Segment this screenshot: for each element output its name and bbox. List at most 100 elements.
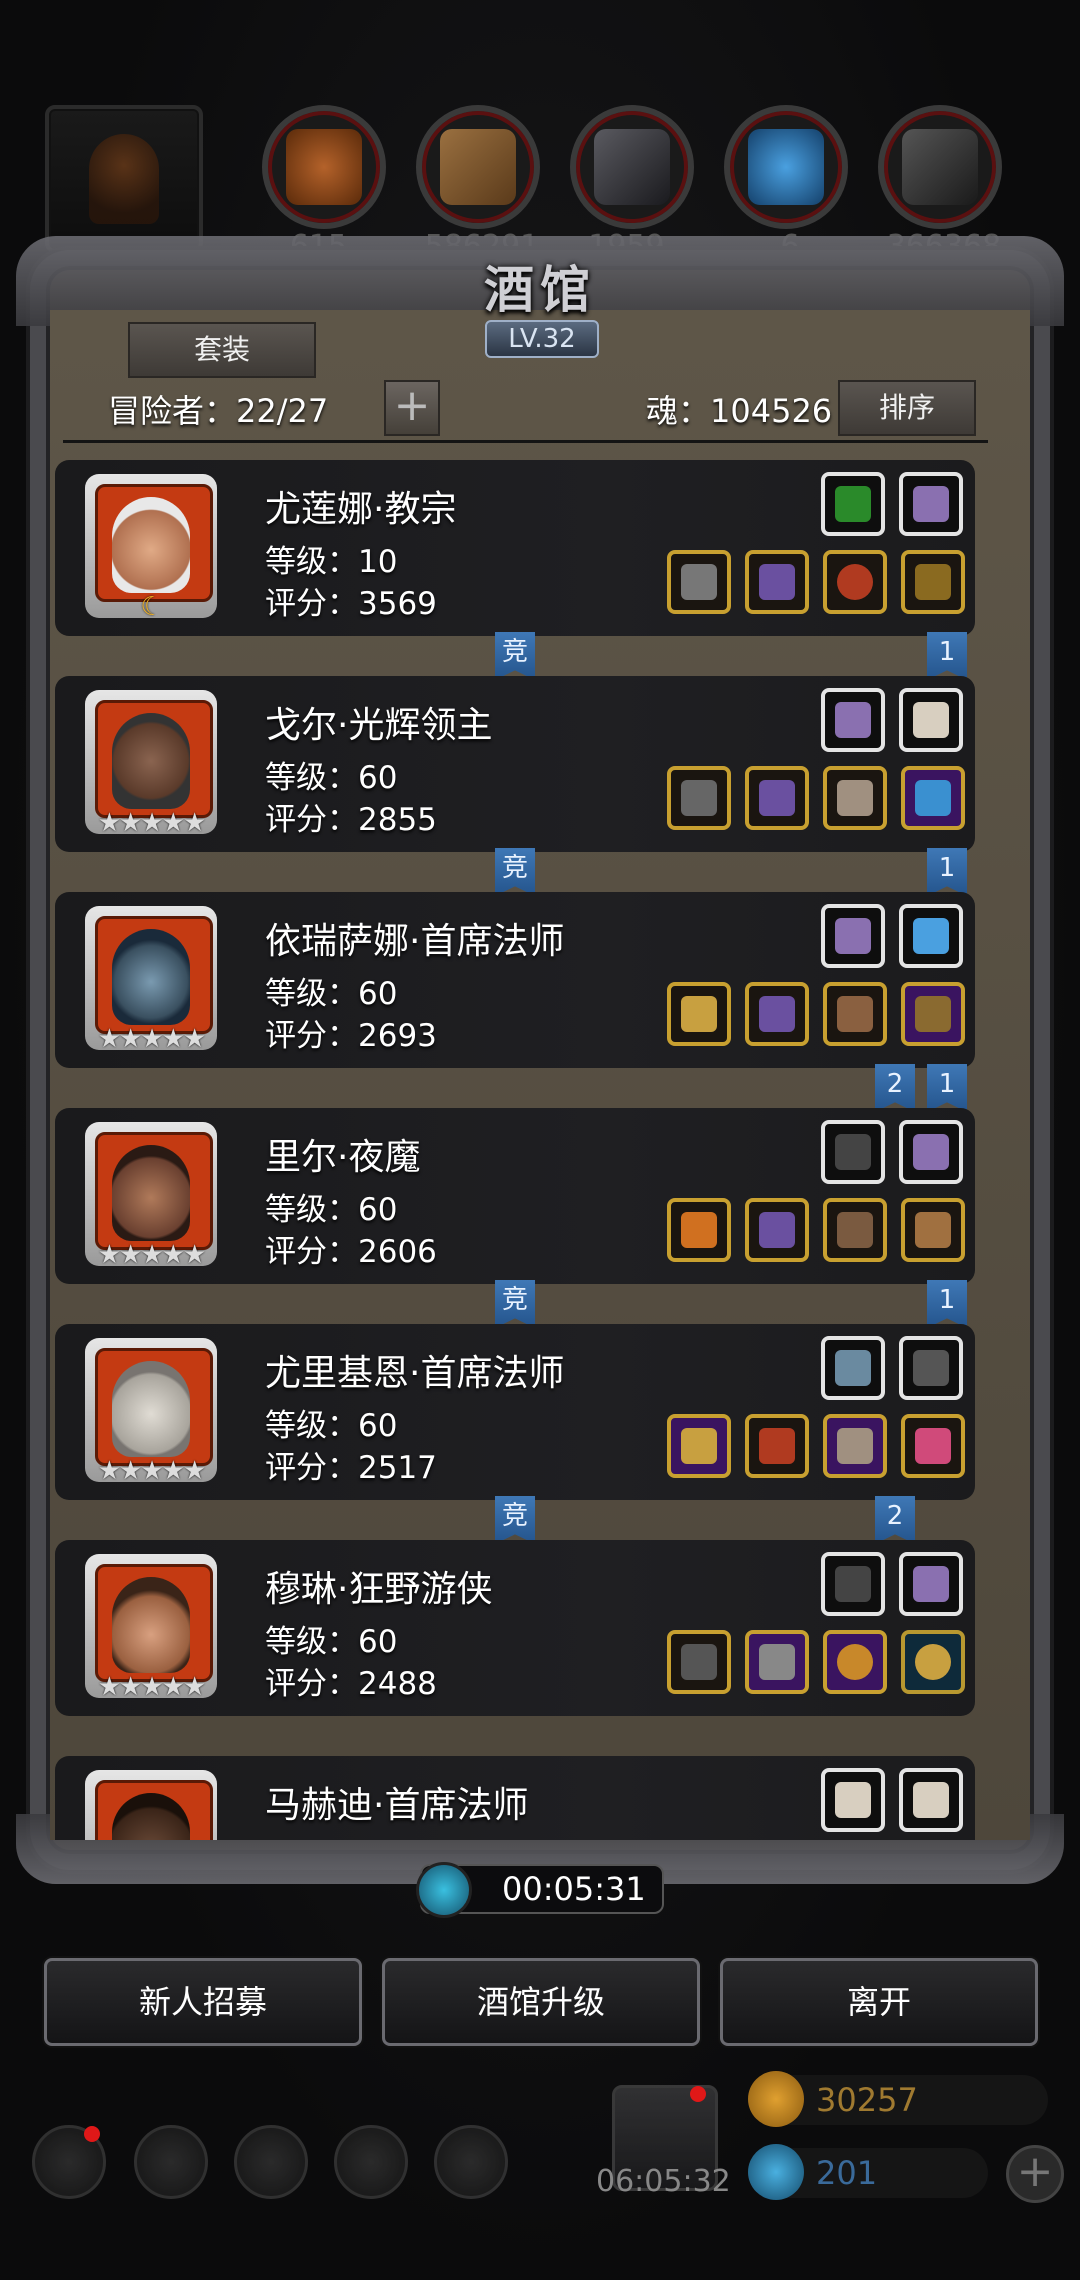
handshake-icon[interactable] xyxy=(434,2125,508,2199)
feather-icon[interactable] xyxy=(899,1336,963,1400)
hero-portrait[interactable]: ★★★★★ xyxy=(85,690,217,838)
hero-name: 依瑞萨娜·首席法师 xyxy=(265,921,565,962)
blue-crystal-icon[interactable] xyxy=(901,766,965,830)
gold-value: 30257 xyxy=(816,2081,918,2119)
chest-armor-icon[interactable] xyxy=(745,1630,809,1694)
recruit-button[interactable]: 新人招募 xyxy=(44,1958,362,2046)
resource-bar: 615.. 586291 1959.. ..6.. 366368 xyxy=(0,100,1080,264)
hero-face-icon xyxy=(112,713,190,809)
amulet-icon[interactable] xyxy=(901,1414,965,1478)
hero-name: 戈尔·光辉领主 xyxy=(265,705,493,746)
hammer-icon[interactable] xyxy=(667,550,731,614)
compete-tag: 竞 xyxy=(495,1496,535,1544)
count-tag: 1 xyxy=(927,1064,967,1112)
add-adventurer-button[interactable]: + xyxy=(384,380,440,436)
bracer-icon[interactable] xyxy=(823,982,887,1046)
leave-button[interactable]: 离开 xyxy=(720,1958,1038,2046)
gold-ring-icon[interactable] xyxy=(901,1630,965,1694)
compete-tag: 竞 xyxy=(495,1280,535,1328)
necklace-icon[interactable] xyxy=(901,550,965,614)
star-rating: ★★★★★ xyxy=(97,1456,207,1486)
notification-dot xyxy=(690,2086,706,2102)
green-rune-icon[interactable] xyxy=(821,472,885,536)
ring-icon[interactable] xyxy=(823,1630,887,1694)
hero-row[interactable]: ☾ 尤莲娜·教宗 等级：10 评分：3569 xyxy=(55,460,975,636)
soul-count: 魂：104526 xyxy=(646,392,833,430)
claw-icon[interactable] xyxy=(899,688,963,752)
staff-icon[interactable] xyxy=(667,982,731,1046)
upgrade-tavern-button[interactable]: 酒馆升级 xyxy=(382,1958,700,2046)
compete-tag: 竞 xyxy=(495,848,535,896)
crescent-emblem-icon: ☾ xyxy=(140,592,163,622)
armor-icon[interactable] xyxy=(745,982,809,1046)
tavern-level-badge: LV.32 xyxy=(485,320,599,358)
hero-portrait[interactable]: ☾ xyxy=(85,474,217,622)
star-rating: ★★★★★ xyxy=(97,808,207,838)
star-rating: ★★★★★ xyxy=(97,1672,207,1702)
gauntlet-icon[interactable] xyxy=(823,766,887,830)
hero-name: 马赫迪·首席法师 xyxy=(265,1785,529,1826)
hero-portrait[interactable]: ★★★★★ xyxy=(85,1122,217,1270)
hero-portrait[interactable] xyxy=(85,1770,217,1840)
staff-icon[interactable] xyxy=(667,1414,731,1478)
codex-icon[interactable] xyxy=(234,2125,308,2199)
planks-icon xyxy=(440,129,516,205)
sort-button[interactable]: 排序 xyxy=(838,380,976,436)
torch-icon[interactable] xyxy=(667,1198,731,1262)
hero-name: 穆琳·狂野游侠 xyxy=(265,1569,493,1610)
star-rating: ★★★★★ xyxy=(97,1240,207,1270)
hero-score: 评分：3569 xyxy=(265,586,437,622)
bracer-icon[interactable] xyxy=(823,1198,887,1262)
claw-icon[interactable] xyxy=(899,1768,963,1832)
glove-icon[interactable] xyxy=(821,1120,885,1184)
hero-row[interactable]: ★★★★★ 穆琳·狂野游侠 等级：60 评分：2488 xyxy=(55,1540,975,1716)
hero-row[interactable]: 马赫迪·首席法师 xyxy=(55,1756,975,1840)
helmet-icon[interactable] xyxy=(745,1414,809,1478)
armor-icon[interactable] xyxy=(745,550,809,614)
hero-level: 等级：60 xyxy=(265,760,398,796)
purple-gem-icon[interactable] xyxy=(899,1120,963,1184)
purple-gem-icon[interactable] xyxy=(899,472,963,536)
notification-dot xyxy=(84,2126,100,2142)
purple-gem-icon[interactable] xyxy=(821,904,885,968)
resource-crystal[interactable]: ..6.. xyxy=(724,105,848,264)
hero-row[interactable]: ★★★★★ 戈尔·光辉领主 等级：60 评分：2855 xyxy=(55,676,975,852)
hammer-icon[interactable] xyxy=(667,766,731,830)
resource-stone[interactable]: 1959.. xyxy=(570,105,694,264)
purple-gem-icon[interactable] xyxy=(821,688,885,752)
mail-icon[interactable] xyxy=(334,2125,408,2199)
hero-name: 里尔·夜魔 xyxy=(265,1137,421,1178)
plank-icon[interactable] xyxy=(901,1198,965,1262)
suit-button[interactable]: 套装 xyxy=(128,322,316,378)
purple-gem-icon[interactable] xyxy=(899,1552,963,1616)
resource-wood[interactable]: 615.. xyxy=(262,105,386,264)
hero-face-icon xyxy=(112,1793,190,1840)
timer-text: 00:05:31 xyxy=(502,1870,646,1908)
stone-bricks-icon xyxy=(594,129,670,205)
iron-ingot-icon xyxy=(902,129,978,205)
add-currency-button[interactable]: + xyxy=(1006,2145,1064,2203)
gauntlet-icon[interactable] xyxy=(823,1414,887,1478)
resource-iron[interactable]: 366368 xyxy=(878,105,1002,264)
sword-icon[interactable] xyxy=(667,1630,731,1694)
hero-list[interactable]: ☾ 尤莲娜·教宗 等级：10 评分：3569 竞 1 ★★★★★ 戈尔·光辉领主… xyxy=(55,460,1015,1840)
ring-icon[interactable] xyxy=(823,550,887,614)
resource-planks[interactable]: 586291 xyxy=(416,105,540,264)
hero-row[interactable]: ★★★★★ 依瑞萨娜·首席法师 等级：60 评分：2693 xyxy=(55,892,975,1068)
armor-icon[interactable] xyxy=(745,1198,809,1262)
achievement-icon[interactable] xyxy=(134,2125,208,2199)
necklace-icon[interactable] xyxy=(901,982,965,1046)
hero-portrait[interactable]: ★★★★★ xyxy=(85,906,217,1054)
hero-row[interactable]: ★★★★★ 里尔·夜魔 等级：60 评分：2606 xyxy=(55,1108,975,1284)
header-divider xyxy=(63,440,988,443)
hero-portrait[interactable]: ★★★★★ xyxy=(85,1338,217,1486)
hero-portrait[interactable]: ★★★★★ xyxy=(85,1554,217,1702)
claw-icon[interactable] xyxy=(821,1768,885,1832)
hero-avatar-slot[interactable] xyxy=(45,105,203,253)
hero-row[interactable]: ★★★★★ 尤里基恩·首席法师 等级：60 评分：2517 xyxy=(55,1324,975,1500)
glove-icon[interactable] xyxy=(821,1552,885,1616)
hero-level: 等级：60 xyxy=(265,1408,398,1444)
armor-icon[interactable] xyxy=(745,766,809,830)
dagger-icon[interactable] xyxy=(821,1336,885,1400)
blue-crystal-icon[interactable] xyxy=(899,904,963,968)
